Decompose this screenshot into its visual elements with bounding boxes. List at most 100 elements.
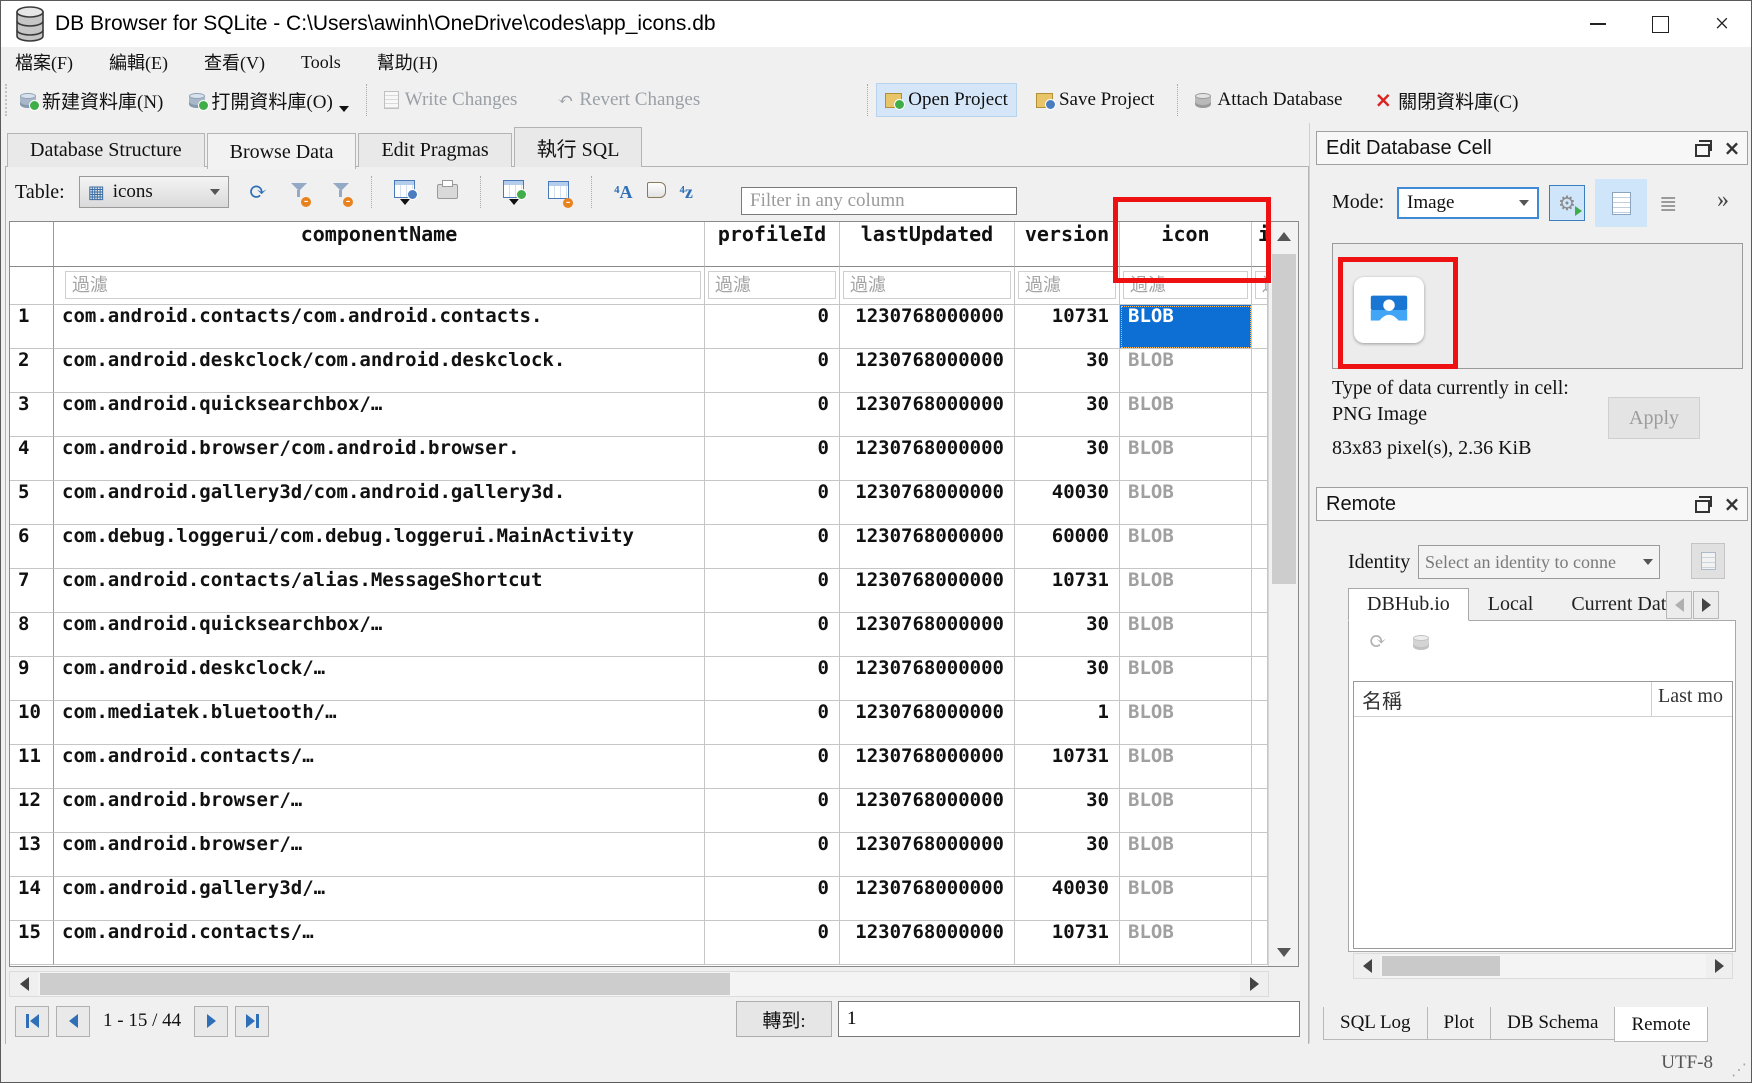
cell-version[interactable]: 10731 xyxy=(1015,305,1120,349)
cell-version[interactable]: 30 xyxy=(1015,789,1120,833)
open-project-button[interactable]: Open Project xyxy=(876,83,1017,117)
cell-lastUpdated[interactable]: 1230768000000 xyxy=(840,613,1015,657)
cell-lastUpdated[interactable]: 1230768000000 xyxy=(840,569,1015,613)
auto-switch-mode-button[interactable]: ⚙ xyxy=(1549,185,1585,221)
save-table-button[interactable] xyxy=(394,180,415,205)
cell-componentName[interactable]: com.android.deskclock/com.android.deskcl… xyxy=(54,349,705,393)
menu-item-4[interactable]: 幫助(H) xyxy=(363,47,452,77)
cell-icon[interactable]: BLOB xyxy=(1120,393,1252,437)
cell-profileId[interactable]: 0 xyxy=(705,877,840,921)
minimize-button[interactable] xyxy=(1567,1,1629,47)
save-project-button[interactable]: Save Project xyxy=(1027,83,1164,117)
scroll-right-button[interactable] xyxy=(1706,954,1732,978)
cell-profileId[interactable]: 0 xyxy=(705,569,840,613)
cell-icon[interactable]: BLOB xyxy=(1120,921,1252,965)
encoding-label[interactable]: UTF-8 xyxy=(1661,1052,1713,1074)
cell-version[interactable]: 30 xyxy=(1015,349,1120,393)
dock-tab-sql-log[interactable]: SQL Log xyxy=(1323,1007,1428,1040)
cell-version[interactable]: 1 xyxy=(1015,701,1120,745)
remote-database-list[interactable]: 名稱 Last mo xyxy=(1353,681,1733,949)
last-page-button[interactable] xyxy=(235,1006,269,1037)
cell-componentName[interactable]: com.android.contacts/alias.MessageShortc… xyxy=(54,569,705,613)
vertical-scrollbar[interactable] xyxy=(1268,222,1298,966)
tab-scroll-left-button[interactable] xyxy=(1666,591,1692,619)
cell-componentName[interactable]: com.android.contacts/com.android.contact… xyxy=(54,305,705,349)
revert-changes-button[interactable]: ↶ Revert Changes xyxy=(548,83,709,117)
cell-profileId[interactable]: 0 xyxy=(705,701,840,745)
cell-profileId[interactable]: 0 xyxy=(705,437,840,481)
cell-icon[interactable]: BLOB xyxy=(1120,745,1252,789)
scroll-left-button[interactable] xyxy=(10,972,38,996)
cell-icon[interactable]: BLOB xyxy=(1120,481,1252,525)
goto-button[interactable]: 轉到: xyxy=(736,1001,832,1037)
scroll-left-button[interactable] xyxy=(1354,954,1380,978)
import-identity-button[interactable] xyxy=(1691,543,1725,579)
filter-input-version[interactable]: 過濾 xyxy=(1015,267,1120,305)
cell-profileId[interactable]: 0 xyxy=(705,657,840,701)
cell-componentName[interactable]: com.android.quicksearchbox/… xyxy=(54,393,705,437)
global-filter-input[interactable] xyxy=(741,187,1017,215)
apply-button[interactable]: Apply xyxy=(1608,397,1700,439)
cell-profileId[interactable]: 0 xyxy=(705,525,840,569)
cell-version[interactable]: 30 xyxy=(1015,657,1120,701)
filter-input-lastUpdated[interactable]: 過濾 xyxy=(840,267,1015,305)
refresh-button[interactable]: ⟳ xyxy=(249,181,267,203)
cell-lastUpdated[interactable]: 1230768000000 xyxy=(840,877,1015,921)
cell-version[interactable]: 60000 xyxy=(1015,525,1120,569)
tab-browse-data[interactable]: Browse Data xyxy=(207,133,357,169)
word-wrap-button[interactable]: ≣ xyxy=(1659,191,1677,217)
tab-database-structure[interactable]: Database Structure xyxy=(7,133,205,167)
filter-input-componentName[interactable]: 過濾 xyxy=(54,267,705,305)
column-header-profileId[interactable]: profileId xyxy=(705,222,840,267)
dock-tab-plot[interactable]: Plot xyxy=(1427,1007,1492,1040)
mode-selector[interactable]: Image xyxy=(1397,187,1539,219)
cell-version[interactable]: 30 xyxy=(1015,613,1120,657)
text-mode-button[interactable] xyxy=(1595,179,1647,227)
scroll-down-button[interactable] xyxy=(1269,938,1298,966)
cell-icon[interactable]: BLOB xyxy=(1120,657,1252,701)
cell-profileId[interactable]: 0 xyxy=(705,349,840,393)
table-selector[interactable]: ▦ icons xyxy=(79,176,229,208)
cell-lastUpdated[interactable]: 1230768000000 xyxy=(840,481,1015,525)
new-database-button[interactable]: 新建資料庫(N) xyxy=(11,81,172,120)
delete-record-button[interactable]: – xyxy=(548,181,569,204)
cell-icon[interactable]: BLOB xyxy=(1120,833,1252,877)
cell-componentName[interactable]: com.debug.loggerui/com.debug.loggerui.Ma… xyxy=(54,525,705,569)
save-table-dropdown-icon[interactable] xyxy=(400,199,410,205)
cell-icon[interactable]: BLOB xyxy=(1120,789,1252,833)
cell-version[interactable]: 10731 xyxy=(1015,921,1120,965)
cell-profileId[interactable]: 0 xyxy=(705,789,840,833)
cell-lastUpdated[interactable]: 1230768000000 xyxy=(840,525,1015,569)
remote-tab-local[interactable]: Local xyxy=(1469,588,1553,621)
close-database-button[interactable]: × 關閉資料庫(C) xyxy=(1366,81,1528,120)
scroll-up-button[interactable] xyxy=(1269,222,1298,250)
cell-profileId[interactable]: 0 xyxy=(705,305,840,349)
cell-componentName[interactable]: com.android.browser/… xyxy=(54,789,705,833)
cell-version[interactable]: 40030 xyxy=(1015,481,1120,525)
tab-edit-pragmas[interactable]: Edit Pragmas xyxy=(358,133,511,167)
menu-item-3[interactable]: Tools xyxy=(287,50,355,75)
clear-filters-button[interactable]: – xyxy=(291,182,307,203)
cell-icon[interactable]: BLOB xyxy=(1120,349,1252,393)
clear-sort-button[interactable]: – xyxy=(333,182,349,203)
close-button[interactable]: × xyxy=(1691,1,1752,47)
write-changes-button[interactable]: Write Changes xyxy=(375,83,527,117)
cell-componentName[interactable]: com.android.contacts/… xyxy=(54,921,705,965)
undock-panel-button[interactable] xyxy=(1687,140,1717,157)
cell-lastUpdated[interactable]: 1230768000000 xyxy=(840,393,1015,437)
reference-book-button[interactable] xyxy=(647,182,666,203)
cell-icon[interactable]: BLOB xyxy=(1120,569,1252,613)
column-header-lastUpdated[interactable]: lastUpdated xyxy=(840,222,1015,267)
previous-page-button[interactable] xyxy=(56,1006,90,1037)
dock-tab-remote[interactable]: Remote xyxy=(1614,1007,1707,1042)
column-header-componentName[interactable]: componentName xyxy=(54,222,705,267)
cell-icon[interactable]: BLOB xyxy=(1120,613,1252,657)
cell-version[interactable]: 10731 xyxy=(1015,569,1120,613)
cell-profileId[interactable]: 0 xyxy=(705,745,840,789)
remote-horizontal-scrollbar[interactable] xyxy=(1353,953,1733,979)
column-header-version[interactable]: version xyxy=(1015,222,1120,267)
attach-database-button[interactable]: Attach Database xyxy=(1186,83,1351,117)
cell-profileId[interactable]: 0 xyxy=(705,393,840,437)
cell-icon[interactable]: BLOB xyxy=(1120,525,1252,569)
tab-執行-sql[interactable]: 執行 SQL xyxy=(514,127,643,167)
